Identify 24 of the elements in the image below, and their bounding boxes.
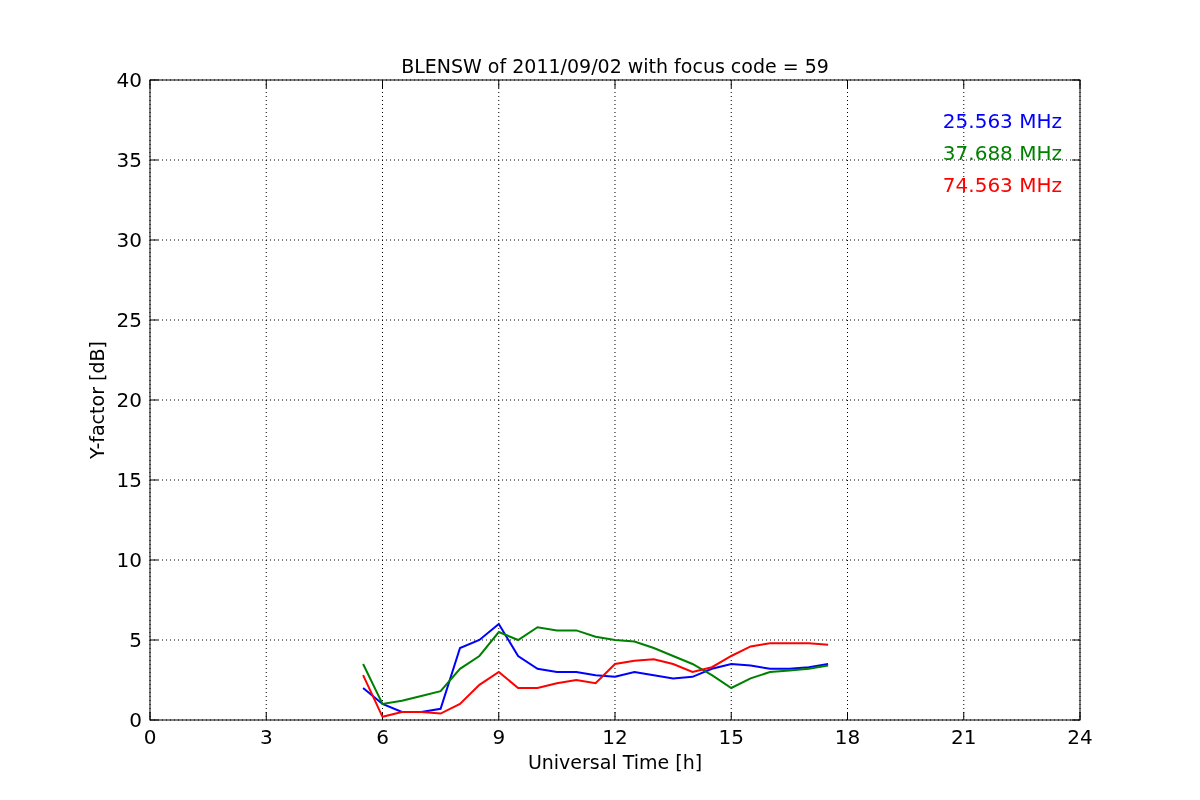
x-axis-label: Universal Time [h] bbox=[527, 751, 703, 773]
tick-label: 12 bbox=[602, 725, 628, 749]
tick-label: 30 bbox=[116, 228, 142, 252]
legend-label: 74.563 MHz bbox=[942, 173, 1062, 197]
tick-label: 0 bbox=[129, 708, 142, 732]
tick-label: 24 bbox=[1067, 725, 1093, 749]
tick-label: 25 bbox=[116, 308, 142, 332]
tick-label: 40 bbox=[116, 68, 142, 92]
tick-label: 10 bbox=[116, 548, 142, 572]
legend-label: 37.688 MHz bbox=[942, 141, 1062, 165]
tick-label: 5 bbox=[129, 628, 142, 652]
tick-label: 6 bbox=[376, 725, 389, 749]
tick-label: 18 bbox=[834, 725, 861, 749]
y-axis-label: Y-factor [dB] bbox=[86, 341, 108, 459]
legend-label: 25.563 MHz bbox=[942, 109, 1062, 133]
tick-label: 35 bbox=[116, 148, 142, 172]
tick-label: 20 bbox=[116, 388, 142, 412]
chart-title: BLENSW of 2011/09/02 with focus code = 59 bbox=[401, 55, 829, 77]
tick-label: 0 bbox=[143, 725, 157, 749]
tick-label: 15 bbox=[718, 725, 744, 749]
tick-label: 15 bbox=[116, 468, 142, 492]
tick-label: 21 bbox=[951, 725, 977, 749]
tick-label: 3 bbox=[259, 725, 273, 749]
tick-label: 9 bbox=[492, 725, 506, 749]
